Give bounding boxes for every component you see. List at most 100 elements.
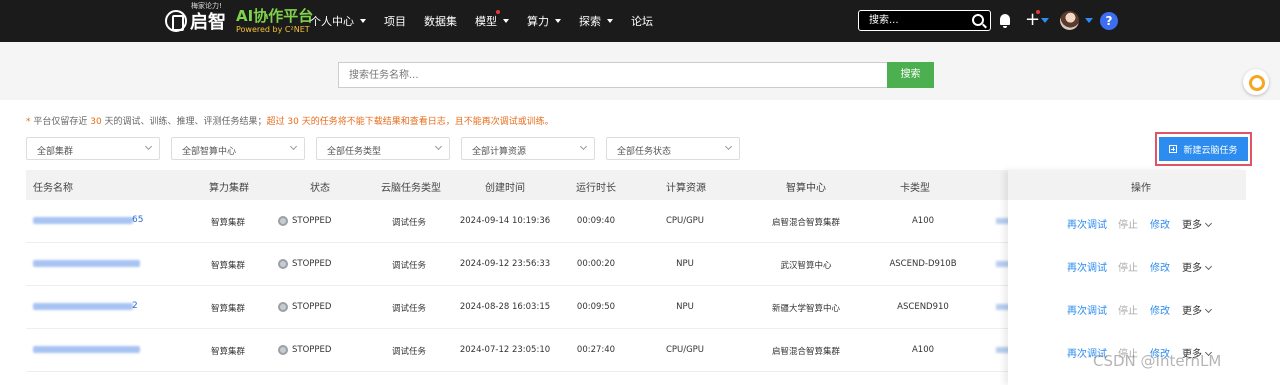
menu-item-datasets[interactable]: 数据集 [424,13,457,29]
cell-created: 2024-07-12 23:05:10 [459,345,551,355]
cell-type: 调试任务 [391,261,427,271]
floating-assistant-icon[interactable] [1243,69,1269,95]
filter-center[interactable]: 全部智算中心 [171,137,305,160]
bell-icon[interactable] [1000,14,1010,28]
chevron-down-icon [1204,262,1213,271]
task-search-input[interactable] [338,62,888,88]
cell-created: 2024-08-28 16:03:15 [459,302,551,312]
filter-cluster[interactable]: 全部集群 [26,137,160,160]
cell-card: A100 [911,216,935,226]
platform-title-text: AI协作平台 [236,6,314,25]
more-label: 更多 [1182,220,1202,231]
cell-type: 调试任务 [391,218,427,228]
task-name-link[interactable] [33,346,140,353]
notice-text: 平台仅留存近 [30,117,91,127]
cell-center: 启智混合智算集群 [771,218,841,228]
filter-resource[interactable]: 全部计算资源 [461,137,595,160]
search-button[interactable]: 搜索 [887,62,934,88]
help-icon[interactable]: ? [1100,12,1118,30]
notice-warning: 超过 30 天的任务将不能下载结果和查看日志，且不能再次调试或训练。 [266,117,554,127]
menu-item-compute[interactable]: 算力 [527,13,561,29]
task-search-area: 搜索 [0,42,1280,100]
chevron-down-icon [144,142,153,151]
header-ops: 操作 [1131,183,1151,194]
cell-card: ASCEND910 [897,302,949,312]
logo-text: 启智 [190,12,226,33]
header-created[interactable]: 创建时间 [485,179,525,194]
edit-button[interactable]: 修改 [1150,259,1170,274]
caret-down-icon [360,19,366,23]
task-name-link[interactable] [33,217,133,224]
menu-item-explore[interactable]: 探索 [579,13,613,29]
header-type[interactable]: 云脑任务类型 [381,179,441,194]
caret-down-icon [607,19,613,23]
status-stopped-icon [278,302,288,312]
filter-label: 全部任务状态 [617,147,672,157]
filter-label: 全部任务类型 [327,147,382,157]
top-navbar: 启智 梅家论力! AI协作平台 Powered by C²NET 个人中心 项目… [0,0,1280,42]
menu-item-models[interactable]: 模型 [475,10,509,29]
menu-label: 项目 [384,15,406,28]
retry-button[interactable]: 再次调试 [1067,302,1107,317]
stop-button: 停止 [1118,263,1138,274]
chevron-down-icon [1204,305,1213,314]
header-cluster[interactable]: 算力集群 [209,179,249,194]
cell-cluster: 智算集群 [210,304,246,314]
filter-status[interactable]: 全部任务状态 [606,137,740,160]
menu-label: 探索 [579,15,601,28]
menu-label: 论坛 [631,15,653,28]
cell-created: 2024-09-14 10:19:36 [459,216,551,226]
filter-task-type[interactable]: 全部任务类型 [316,137,450,160]
menu-label: 算力 [527,15,549,28]
task-name-link[interactable] [33,303,133,310]
header-duration[interactable]: 运行时长 [576,179,616,194]
edit-button[interactable]: 修改 [1150,302,1170,317]
task-name-tail[interactable]: 2 [132,301,138,311]
task-name-tail[interactable]: 65 [132,215,143,225]
status-stopped-icon [278,345,288,355]
more-dropdown[interactable]: 更多 [1182,259,1213,274]
retry-button[interactable]: 再次调试 [1067,216,1107,231]
stop-button: 停止 [1118,306,1138,317]
watermark: CSDN @InternLM [1093,352,1222,370]
header-card[interactable]: 卡类型 [900,179,930,194]
search-icon[interactable] [972,14,984,26]
task-name-link[interactable] [33,260,140,267]
nav-search-input[interactable] [859,11,964,30]
chevron-down-icon [434,142,443,151]
caret-down-icon[interactable] [1085,18,1093,23]
logo[interactable]: 启智 梅家论力! AI协作平台 Powered by C²NET [165,2,314,35]
avatar[interactable] [1060,11,1079,30]
cell-status: STOPPED [292,216,332,226]
more-dropdown[interactable]: 更多 [1182,216,1213,231]
filter-label: 全部集群 [37,147,74,157]
chevron-down-icon [1204,219,1213,228]
notification-dot [1036,10,1040,14]
cell-created: 2024-09-12 23:56:33 [459,259,551,269]
menu-label: 模型 [475,15,497,28]
menu-item-projects[interactable]: 项目 [384,13,406,29]
menu-label: 个人中心 [310,15,354,28]
menu-item-forum[interactable]: 论坛 [631,13,653,29]
logo-slogan: 梅家论力! [191,2,222,10]
header-resource[interactable]: 计算资源 [666,179,706,194]
main-menu: 个人中心 项目 数据集 模型 算力 探索 论坛 [310,0,671,42]
cell-type: 调试任务 [391,347,427,357]
caret-down-icon[interactable] [1041,18,1049,23]
header-center[interactable]: 智算中心 [786,179,826,194]
cell-resource: NPU [676,302,694,312]
header-status[interactable]: 状态 [310,179,330,194]
cell-cluster: 智算集群 [210,347,246,357]
cell-center: 武汉智算中心 [780,261,832,271]
header-name[interactable]: 任务名称 [33,179,73,194]
cell-type: 调试任务 [391,304,427,314]
nav-search-box [858,10,991,31]
edit-button[interactable]: 修改 [1150,216,1170,231]
ops-header: 操作 [1008,170,1246,200]
retry-button[interactable]: 再次调试 [1067,259,1107,274]
menu-item-personal[interactable]: 个人中心 [310,13,366,29]
cell-card: A100 [911,345,935,355]
status-stopped-icon [278,259,288,269]
new-task-button[interactable]: 新建云脑任务 [1159,137,1248,161]
more-dropdown[interactable]: 更多 [1182,302,1213,317]
